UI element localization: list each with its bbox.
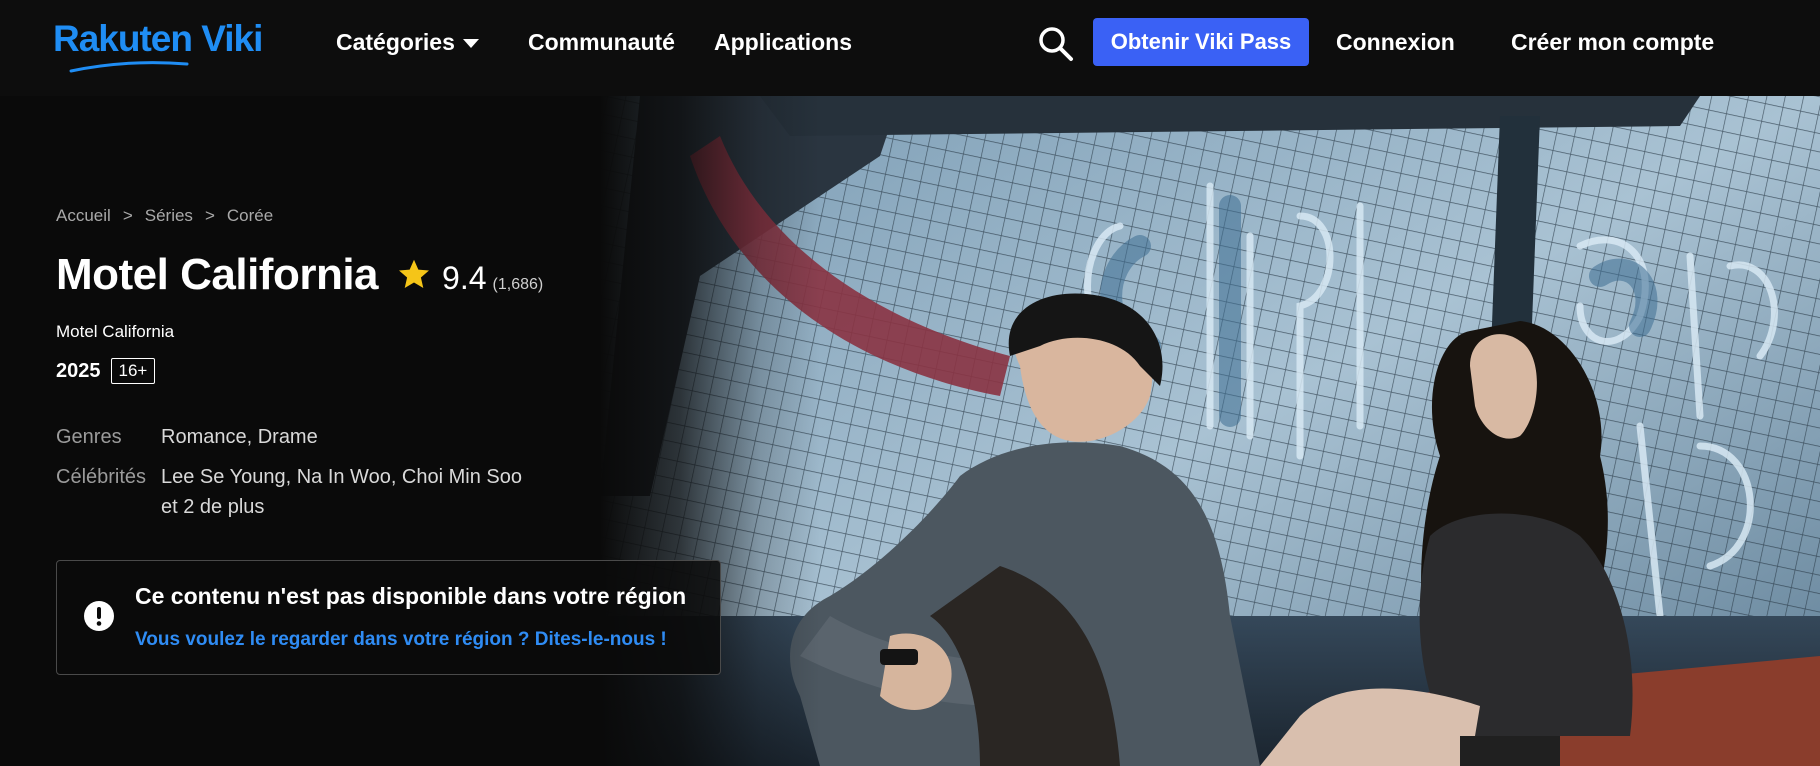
get-viki-pass-button[interactable]: Obtenir Viki Pass [1093,18,1309,66]
logo-swoosh-icon [69,61,189,73]
nav-categories-label: Catégories [336,29,455,55]
breadcrumb-separator: > [204,206,215,225]
rating-score: 9.4 [442,260,487,296]
breadcrumb-korea[interactable]: Corée [227,206,273,226]
celebrities-value[interactable]: Lee Se Young, Na In Woo, Choi Min Soo [161,462,522,492]
top-navigation: Rakuten Viki Catégories Communauté Appli… [0,0,1820,96]
rating-count: (1,686) [492,276,544,293]
title-row: Motel California 9.4 (1,686) [56,250,543,300]
breadcrumb-home[interactable]: Accueil [56,206,111,226]
show-title: Motel California [56,250,379,299]
age-rating-badge: 16+ [110,358,156,384]
search-icon [1039,27,1073,61]
star-icon [399,259,430,289]
celebrities-more-link[interactable]: et 2 de plus [161,492,522,522]
genres-label: Genres [56,426,122,448]
request-region-link[interactable]: Vous voulez le regarder dans votre régio… [135,629,667,651]
breadcrumb-series[interactable]: Séries [145,206,193,226]
nav-categories-menu[interactable]: Catégories [336,24,479,60]
breadcrumb-separator: > [122,206,133,225]
search-button[interactable] [1036,24,1076,64]
nav-applications-link[interactable]: Applications [714,24,852,60]
signup-link[interactable]: Créer mon compte [1511,24,1714,60]
logo-text: Rakuten Viki [53,18,263,59]
region-unavailable-notice: Ce contenu n'est pas disponible dans vot… [56,560,721,675]
celebrities-list: Lee Se Young, Na In Woo, Choi Min Soo et… [161,462,522,522]
show-meta: 2025 16+ [56,358,156,384]
chevron-down-icon [462,39,479,49]
celebrities-label: Célébrités [56,466,147,488]
breadcrumb: Accueil > Séries > Corée [56,206,273,226]
notice-title: Ce contenu n'est pas disponible dans vot… [135,583,687,609]
release-year: 2025 [56,359,101,382]
show-original-title: Motel California [56,322,175,341]
rakuten-viki-logo[interactable]: Rakuten Viki [53,18,263,73]
genres-value[interactable]: Romance, Drame [161,422,318,452]
exclamation-circle-icon [84,601,114,631]
login-link[interactable]: Connexion [1336,24,1455,60]
nav-community-link[interactable]: Communauté [528,24,675,60]
